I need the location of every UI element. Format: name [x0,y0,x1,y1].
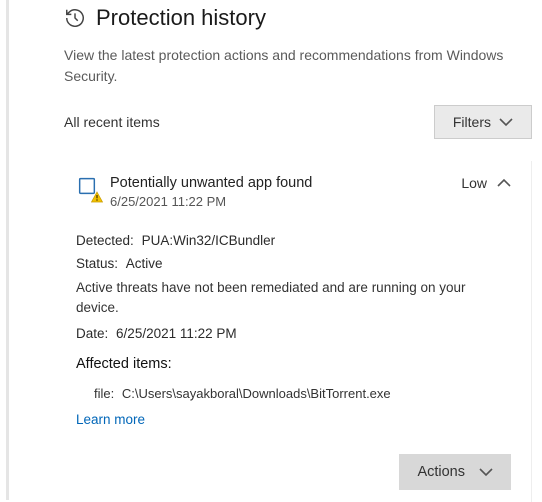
actions-button[interactable]: Actions [399,454,511,490]
filters-label: Filters [453,114,491,130]
warning-badge-icon [91,190,103,202]
status-note: Active threats have not been remediated … [76,278,511,319]
shield-icon [76,175,98,197]
page-subtitle: View the latest protection actions and r… [64,45,532,87]
chevron-down-icon [479,467,493,477]
card-title: Potentially unwanted app found [110,175,312,191]
file-label: file: [94,386,114,401]
actions-label: Actions [417,464,465,480]
chevron-down-icon [499,117,513,127]
date-value: 6/25/2021 11:22 PM [116,326,237,341]
section-all-recent: All recent items [64,114,160,130]
affected-title: Affected items: [76,354,511,376]
detected-value: PUA:Win32/ICBundler [142,233,276,248]
date-label: Date: [76,324,108,344]
learn-more-link[interactable]: Learn more [76,410,145,430]
file-path: C:\Users\sayakboral\Downloads\BitTorrent… [122,386,391,401]
status-value: Active [126,256,163,271]
chevron-up-icon[interactable] [497,178,511,188]
status-label: Status: [76,254,118,274]
severity-label: Low [461,175,487,191]
threat-details: Detected: PUA:Win32/ICBundler Status: Ac… [76,231,511,430]
page-header: Protection history [64,5,532,31]
page-title: Protection history [96,5,266,31]
filters-button[interactable]: Filters [434,105,532,139]
threat-card: Potentially unwanted app found 6/25/2021… [64,161,523,502]
detected-label: Detected: [76,231,134,251]
history-icon [64,7,86,29]
card-timestamp: 6/25/2021 11:22 PM [110,194,312,209]
